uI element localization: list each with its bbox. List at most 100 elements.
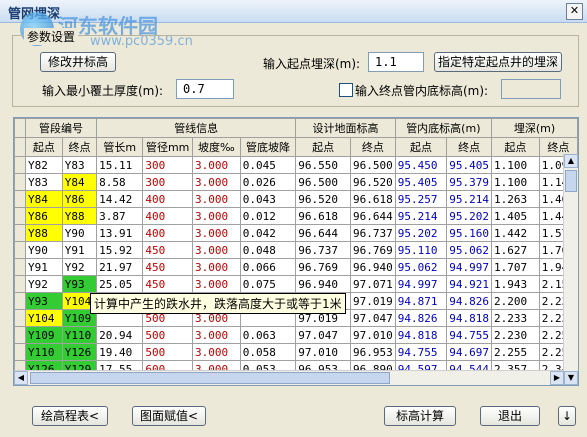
horizontal-scroll-thumb[interactable] (30, 372, 390, 384)
table-cell[interactable]: 97.071 (349, 275, 396, 293)
table-cell[interactable]: 300 (142, 156, 194, 174)
table-cell[interactable]: 95.110 (394, 241, 448, 259)
table-cell[interactable]: Y93 (24, 292, 63, 310)
table-cell[interactable]: 500 (142, 326, 194, 344)
row-selector[interactable] (14, 292, 26, 310)
table-cell[interactable]: 400 (142, 224, 194, 242)
table-cell[interactable]: 3.000 (192, 343, 241, 361)
table-cell[interactable]: 0.058 (239, 343, 297, 361)
close-button[interactable]: ✕ (566, 3, 583, 20)
table-cell[interactable]: 300 (142, 173, 194, 191)
table-cell[interactable]: 15.92 (96, 241, 144, 259)
table-row[interactable]: Y84 Y86 14.42 400 3.000 0.043 96.520 96.618 95.2… (14, 190, 578, 208)
vertical-scrollbar[interactable]: ▲ ▼ (563, 154, 578, 385)
modify-elevation-button[interactable]: 修改井标高 (40, 52, 116, 72)
table-cell[interactable]: Y109 (24, 326, 63, 344)
table-cell[interactable]: 15.11 (96, 156, 144, 174)
table-cell[interactable]: Y88 (24, 224, 63, 242)
table-cell[interactable]: 97.010 (295, 343, 351, 361)
table-cell[interactable]: 20.94 (96, 326, 144, 344)
table-cell[interactable]: 95.214 (394, 207, 448, 225)
table-cell[interactable]: 96.737 (295, 241, 351, 259)
table-row[interactable]: Y83 Y84 8.58 300 3.000 0.026 96.500 96.520 95.40… (14, 173, 578, 191)
table-cell[interactable]: 3.000 (192, 275, 241, 293)
table-cell[interactable]: 450 (142, 241, 194, 259)
table-cell[interactable]: 1.627 (490, 241, 540, 259)
table-cell[interactable]: Y104 (24, 309, 63, 327)
table-row[interactable]: Y109 Y110 20.94 500 3.000 0.063 97.047 97.010 94… (14, 326, 578, 344)
table-cell[interactable]: 0.075 (239, 275, 297, 293)
table-cell[interactable]: Y91 (61, 241, 98, 259)
table-cell[interactable]: 1.405 (490, 207, 540, 225)
table-cell[interactable]: 0.043 (239, 190, 297, 208)
table-cell[interactable]: Y86 (61, 190, 98, 208)
table-cell[interactable]: 0.045 (239, 156, 297, 174)
table-cell[interactable]: 94.826 (446, 292, 492, 310)
table-cell[interactable]: Y86 (24, 207, 63, 225)
table-cell[interactable]: 97.010 (349, 326, 396, 344)
table-cell[interactable]: Y92 (24, 275, 63, 293)
table-row[interactable]: Y110 Y126 19.40 500 3.000 0.058 97.010 96.953 94… (14, 343, 578, 361)
table-cell[interactable]: 96.500 (295, 173, 351, 191)
table-cell[interactable]: 1.263 (490, 190, 540, 208)
table-cell[interactable]: 3.000 (192, 156, 241, 174)
table-cell[interactable]: 97.047 (349, 309, 396, 327)
table-cell[interactable]: Y83 (24, 173, 63, 191)
table-cell[interactable]: Y88 (61, 207, 98, 225)
row-selector[interactable] (14, 224, 26, 242)
down-arrow-button[interactable]: ↓ (558, 406, 576, 426)
scroll-right-icon[interactable]: ▶ (550, 371, 564, 385)
table-cell[interactable]: 94.997 (394, 275, 448, 293)
table-cell[interactable]: 3.87 (96, 207, 144, 225)
table-cell[interactable]: 400 (142, 207, 194, 225)
calculate-elevation-button[interactable]: 标高计算 (384, 406, 456, 426)
table-cell[interactable]: Y84 (61, 173, 98, 191)
table-cell[interactable]: 96.644 (349, 207, 396, 225)
row-selector[interactable] (14, 309, 26, 327)
plot-elevation-table-button[interactable]: 绘高程表< (32, 406, 108, 426)
table-cell[interactable]: 0.026 (239, 173, 297, 191)
table-cell[interactable]: Y83 (61, 156, 98, 174)
table-cell[interactable]: 1.707 (490, 258, 540, 276)
table-cell[interactable]: 94.871 (394, 292, 448, 310)
table-cell[interactable]: 94.921 (446, 275, 492, 293)
table-row[interactable]: Y91 Y92 21.97 450 3.000 0.066 96.769 96.940 95.0… (14, 258, 578, 276)
table-cell[interactable]: 2.255 (490, 343, 540, 361)
table-cell[interactable]: 0.066 (239, 258, 297, 276)
row-selector[interactable] (14, 173, 26, 191)
table-cell[interactable]: 96.618 (349, 190, 396, 208)
start-depth-input[interactable]: 1.1 (368, 52, 424, 72)
table-cell[interactable]: 95.202 (394, 224, 448, 242)
table-cell[interactable]: 94.818 (394, 326, 448, 344)
table-cell[interactable]: 1.100 (490, 156, 540, 174)
table-cell[interactable]: 96.769 (295, 258, 351, 276)
table-cell[interactable]: 95.214 (446, 190, 492, 208)
table-row[interactable]: Y86 Y88 3.87 400 3.000 0.012 96.618 96.644 95.21… (14, 207, 578, 225)
table-cell[interactable]: 2.230 (490, 326, 540, 344)
table-cell[interactable]: 2.233 (490, 309, 540, 327)
table-cell[interactable]: 97.019 (349, 292, 396, 310)
table-cell[interactable]: 97.047 (295, 326, 351, 344)
table-row[interactable]: Y90 Y91 15.92 450 3.000 0.048 96.737 96.769 95.1… (14, 241, 578, 259)
table-cell[interactable]: 1.100 (490, 173, 540, 191)
scroll-left-icon[interactable]: ◀ (14, 371, 28, 385)
table-cell[interactable]: 96.618 (295, 207, 351, 225)
row-selector[interactable] (14, 207, 26, 225)
row-selector[interactable] (14, 190, 26, 208)
table-cell[interactable]: 0.048 (239, 241, 297, 259)
row-selector[interactable] (14, 241, 26, 259)
table-row[interactable]: Y88 Y90 13.91 400 3.000 0.042 96.644 96.737 95.2… (14, 224, 578, 242)
table-cell[interactable]: 3.000 (192, 224, 241, 242)
table-cell[interactable]: 95.160 (446, 224, 492, 242)
assign-values-button[interactable]: 图面赋值< (132, 406, 206, 426)
table-cell[interactable]: 3.000 (192, 241, 241, 259)
row-selector[interactable] (14, 156, 26, 174)
table-cell[interactable]: 0.012 (239, 207, 297, 225)
end-elevation-checkbox[interactable] (339, 83, 353, 97)
table-cell[interactable]: 95.450 (394, 156, 448, 174)
table-cell[interactable]: 96.769 (349, 241, 396, 259)
table-cell[interactable]: 8.58 (96, 173, 144, 191)
table-cell[interactable]: 3.000 (192, 190, 241, 208)
table-cell[interactable]: 2.200 (490, 292, 540, 310)
exit-button[interactable]: 退出 (480, 406, 540, 426)
